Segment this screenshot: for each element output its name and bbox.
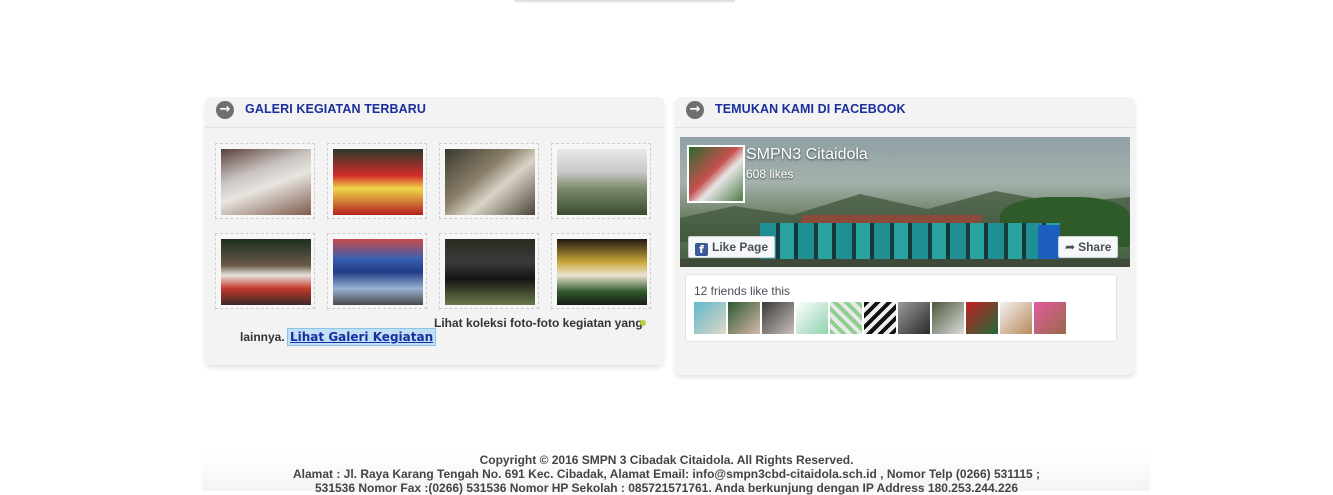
- gallery-photo-8: [557, 239, 647, 305]
- gallery-photo-5: [221, 239, 311, 305]
- gallery-thumb-2[interactable]: [327, 143, 427, 219]
- top-divider-shadow: [515, 0, 735, 4]
- share-label: Share: [1078, 240, 1112, 254]
- share-button[interactable]: ➦ Share: [1058, 236, 1119, 258]
- friend-avatar[interactable]: [1034, 302, 1066, 334]
- like-page-label: Like Page: [712, 240, 769, 254]
- friends-like-text[interactable]: 12 friends like this: [694, 284, 790, 298]
- gallery-description-line2: lainnya.: [240, 330, 285, 344]
- gallery-thumb-3[interactable]: [439, 143, 539, 219]
- friend-avatar[interactable]: [864, 302, 896, 334]
- footer-copyright: Copyright © 2016 SMPN 3 Cibadak Citaidol…: [479, 453, 854, 467]
- gallery-description-line1: Lihat koleksi foto-foto kegiatan yang: [434, 316, 643, 330]
- gallery-panel-header: → GALERI KEGIATAN TERBARU: [205, 97, 664, 128]
- friend-avatar[interactable]: [830, 302, 862, 334]
- friend-avatar[interactable]: [966, 302, 998, 334]
- gallery-photo-2: [333, 149, 423, 215]
- gallery-photo-3: [445, 149, 535, 215]
- view-gallery-link[interactable]: Lihat Galeri Kegiatan: [287, 328, 437, 346]
- cover-ground: [680, 259, 1130, 267]
- footer-address-line1: Alamat : Jl. Raya Karang Tengah No. 691 …: [292, 467, 1041, 481]
- gallery-title: GALERI KEGIATAN TERBARU: [245, 102, 426, 116]
- gallery-panel: → GALERI KEGIATAN TERBARU Lihat koleksi …: [205, 97, 664, 365]
- gallery-thumb-4[interactable]: [551, 143, 651, 219]
- gallery-thumb-8[interactable]: [551, 233, 651, 309]
- gallery-thumb-7[interactable]: [439, 233, 539, 309]
- gallery-photo-7: [445, 239, 535, 305]
- gallery-thumb-1[interactable]: [215, 143, 315, 219]
- friend-avatar[interactable]: [932, 302, 964, 334]
- facebook-like-count: 608 likes: [746, 167, 794, 181]
- gallery-photo-1: [221, 149, 311, 215]
- friend-avatar[interactable]: [694, 302, 726, 334]
- arrow-right-icon: →: [686, 101, 704, 119]
- share-arrow-icon: ➦: [1065, 240, 1076, 254]
- facebook-profile-picture[interactable]: [687, 145, 745, 203]
- facebook-panel-header: → TEMUKAN KAMI DI FACEBOOK: [675, 97, 1135, 128]
- green-dot-icon: [640, 320, 646, 326]
- footer-address-line2: 531536 Nomor Fax :(0266) 531536 Nomor HP…: [314, 481, 1018, 495]
- gallery-thumb-6[interactable]: [327, 233, 427, 309]
- friend-avatar[interactable]: [1000, 302, 1032, 334]
- facebook-panel: → TEMUKAN KAMI DI FACEBOOK SMPN3 Citaido…: [675, 97, 1135, 375]
- facebook-page-name[interactable]: SMPN3 Citaidola: [746, 146, 868, 164]
- facebook-cover-photo[interactable]: SMPN3 Citaidola 608 likes f Like Page ➦ Sh…: [680, 137, 1130, 267]
- friend-avatar[interactable]: [796, 302, 828, 334]
- arrow-right-icon: →: [216, 101, 234, 119]
- facebook-friends-box: 12 friends like this: [685, 274, 1117, 342]
- friend-avatar[interactable]: [898, 302, 930, 334]
- friend-avatar[interactable]: [728, 302, 760, 334]
- facebook-f-icon: f: [695, 243, 708, 256]
- facebook-title: TEMUKAN KAMI DI FACEBOOK: [715, 102, 906, 116]
- like-page-button[interactable]: f Like Page: [688, 236, 776, 258]
- gallery-thumb-5[interactable]: [215, 233, 315, 309]
- friend-avatar[interactable]: [762, 302, 794, 334]
- gallery-photo-6: [333, 239, 423, 305]
- gallery-photo-4: [557, 149, 647, 215]
